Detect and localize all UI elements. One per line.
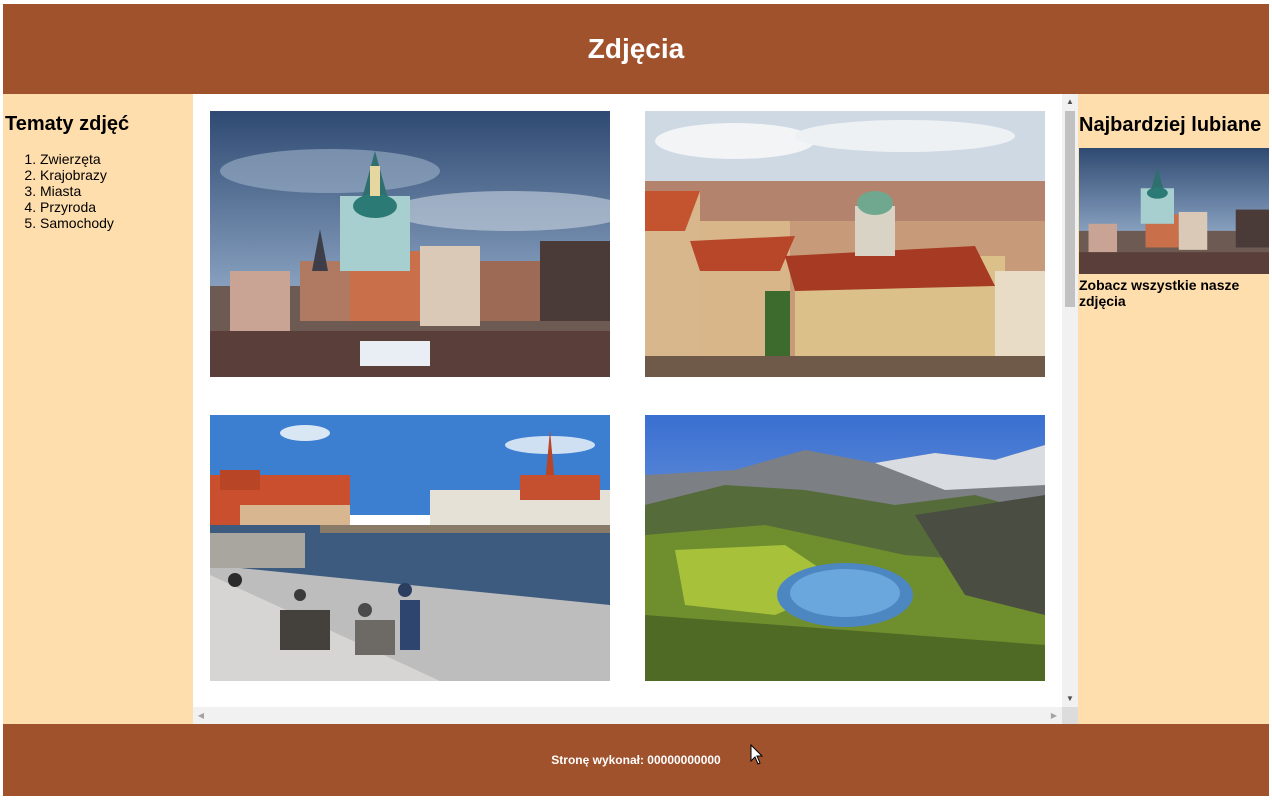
mouse-cursor-icon xyxy=(750,744,764,765)
gallery-main[interactable] xyxy=(193,94,1078,724)
scroll-left-arrow-icon[interactable]: ◀ xyxy=(193,707,209,724)
wroclaw-riverside-photo xyxy=(210,415,610,681)
vertical-scroll-thumb[interactable] xyxy=(1065,111,1075,307)
favorites-heading: Najbardziej lubiane xyxy=(1079,114,1262,136)
favorite-photo[interactable] xyxy=(1079,148,1269,274)
author-text: Stronę wykonał: 00000000000 xyxy=(551,753,721,767)
kyiv-church-cityscape-photo xyxy=(210,111,610,377)
scrollbar-corner xyxy=(1062,707,1078,724)
topic-item-nature: Przyroda xyxy=(40,199,193,215)
topic-item-landscapes: Krajobrazy xyxy=(40,167,193,183)
horizontal-scrollbar[interactable]: ◀ ▶ xyxy=(193,707,1062,724)
left-panel: Tematy zdjęć Zwierzęta Krajobrazy Miasta… xyxy=(3,94,193,724)
scroll-up-arrow-icon[interactable]: ▲ xyxy=(1062,94,1078,110)
page-header: Zdjęcia xyxy=(3,4,1269,94)
mountain-lake-landscape-photo xyxy=(645,415,1045,681)
topics-heading: Tematy zdjęć xyxy=(5,113,130,135)
topics-list: Zwierzęta Krajobrazy Miasta Przyroda Sam… xyxy=(40,151,193,231)
page-title: Zdjęcia xyxy=(587,33,685,64)
prague-rooftops-cityscape-photo xyxy=(645,111,1045,377)
topic-item-animals: Zwierzęta xyxy=(40,151,193,167)
topic-item-cars: Samochody xyxy=(40,215,193,231)
scroll-down-arrow-icon[interactable]: ▼ xyxy=(1062,691,1078,707)
scroll-right-arrow-icon[interactable]: ▶ xyxy=(1046,707,1062,724)
page-footer: Stronę wykonał: 00000000000 xyxy=(3,724,1269,796)
topic-item-cities: Miasta xyxy=(40,183,193,199)
right-panel: Najbardziej lubiane Zobacz wszystkie nas… xyxy=(1078,94,1269,724)
see-all-photos-link[interactable]: Zobacz wszystkie nasze zdjęcia xyxy=(1079,277,1269,309)
vertical-scrollbar[interactable]: ▲ ▼ xyxy=(1062,94,1078,707)
